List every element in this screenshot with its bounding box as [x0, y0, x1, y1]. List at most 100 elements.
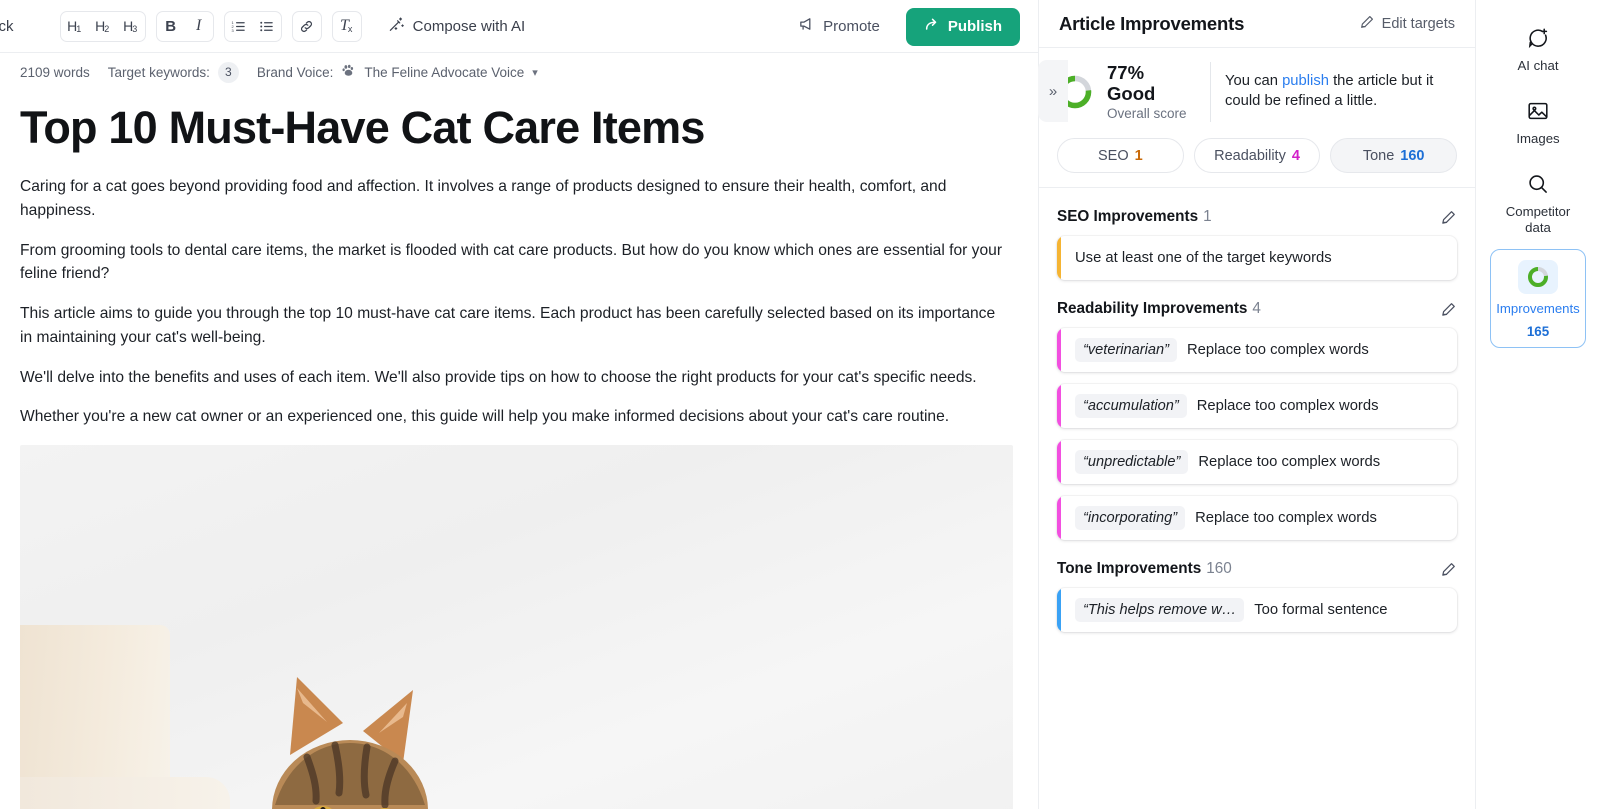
- card-label: Replace too complex words: [1186, 342, 1369, 359]
- edit-tone-targets-icon[interactable]: [1440, 561, 1457, 578]
- text-style-group: B I: [155, 10, 214, 42]
- promote-label: Promote: [823, 18, 880, 35]
- link-icon[interactable]: [293, 12, 321, 41]
- article-image: [20, 444, 1013, 809]
- rail-item-improvements[interactable]: Improvements 165: [1490, 249, 1586, 349]
- editor-toolbar: ack H1 H2 H3 B I 1 2 3: [0, 0, 1038, 53]
- card-label: Replace too complex words: [1195, 510, 1377, 527]
- article-paragraph: From grooming tools to dental care items…: [20, 241, 1003, 283]
- article-paragraph: Caring for a cat goes beyond providing f…: [20, 178, 947, 220]
- heading-1-button[interactable]: H1: [61, 12, 89, 41]
- paw-icon: [341, 63, 356, 81]
- toolbar-right-actions: Promote Publish: [790, 0, 1020, 53]
- section-count-seo: 1: [1203, 208, 1212, 226]
- kitten-illustration: [272, 676, 428, 809]
- improvement-card-readability[interactable]: “accumulation” Replace too complex words: [1057, 384, 1457, 429]
- target-keywords-label: Target keywords:: [107, 64, 210, 80]
- target-keywords-count: 3: [217, 61, 239, 83]
- improvement-card-tone[interactable]: “This helps remove w… Too formal sentenc…: [1057, 588, 1457, 633]
- link-button-group: [291, 10, 322, 42]
- rail-label-ai-chat: AI chat: [1517, 58, 1559, 73]
- edit-targets-label: Edit targets: [1381, 15, 1455, 32]
- right-rail: AI chat Images Competitor data Improveme…: [1476, 0, 1600, 809]
- publish-link[interactable]: publish: [1282, 73, 1329, 89]
- section-count-readability: 4: [1252, 300, 1261, 318]
- rail-item-ai-chat[interactable]: AI chat: [1490, 14, 1586, 83]
- brand-voice-selector[interactable]: Brand Voice: The Feline Advocate Voice ▾: [257, 63, 538, 81]
- heading-button-group: H1 H2 H3: [59, 10, 146, 42]
- clear-formatting-button[interactable]: Tx: [333, 12, 361, 41]
- score-message-pre: You can: [1225, 73, 1283, 90]
- section-title-readability: Readability Improvements: [1057, 300, 1248, 318]
- back-button[interactable]: ack: [0, 18, 14, 35]
- double-chevron-right-icon: »: [1048, 82, 1058, 100]
- collapse-panel-button[interactable]: »: [1038, 60, 1068, 122]
- target-keywords[interactable]: Target keywords: 3: [107, 61, 239, 83]
- edit-targets-button[interactable]: Edit targets: [1359, 14, 1455, 34]
- article-paragraph: This article aims to guide you through t…: [20, 305, 996, 346]
- rail-item-images[interactable]: Images: [1490, 87, 1586, 156]
- word-count: 2109 words: [20, 64, 90, 80]
- pill-tone-label: Tone: [1362, 147, 1395, 164]
- card-quote: “incorporating”: [1075, 506, 1186, 531]
- magic-wand-icon: [388, 16, 405, 37]
- improvement-card-readability[interactable]: “unpredictable” Replace too complex word…: [1057, 440, 1457, 485]
- italic-button[interactable]: I: [185, 12, 213, 41]
- heading-3-button[interactable]: H3: [117, 12, 145, 41]
- section-header-tone: Tone Improvements 160: [1057, 560, 1457, 578]
- heading-2-button[interactable]: H2: [89, 12, 117, 41]
- publish-label: Publish: [947, 18, 1002, 35]
- card-quote: “accumulation”: [1075, 394, 1187, 419]
- cat-tree-platform: [20, 776, 230, 809]
- pill-tone-value: 160: [1400, 147, 1425, 164]
- article-improvements-panel: Article Improvements Edit targets 77% Go…: [1038, 0, 1476, 809]
- improvements-list: SEO Improvements 1 Use at least one of th…: [1039, 188, 1475, 809]
- improvement-card-readability[interactable]: “incorporating” Replace too complex word…: [1057, 496, 1457, 541]
- card-label: Too formal sentence: [1254, 602, 1388, 619]
- pill-tone[interactable]: Tone 160: [1330, 138, 1458, 174]
- pill-seo-value: 1: [1134, 147, 1143, 164]
- rail-item-competitor-data[interactable]: Competitor data: [1490, 160, 1586, 245]
- chevron-down-icon: ▾: [532, 66, 538, 79]
- pill-seo[interactable]: SEO 1: [1057, 138, 1184, 174]
- search-icon: [1526, 171, 1550, 197]
- editor-column: ack H1 H2 H3 B I 1 2 3: [0, 0, 1038, 809]
- section-title-seo: SEO Improvements: [1057, 208, 1199, 226]
- compose-with-ai-label: Compose with AI: [412, 17, 526, 35]
- panel-title: Article Improvements: [1059, 12, 1245, 34]
- list-button-group: 1 2 3: [223, 10, 282, 42]
- overall-score-text: 77% Good Overall score: [1107, 62, 1211, 123]
- panel-header: Article Improvements Edit targets: [1039, 0, 1475, 48]
- compose-with-ai-button[interactable]: Compose with AI: [388, 16, 526, 37]
- promote-button[interactable]: Promote: [790, 10, 888, 43]
- improvement-card-seo[interactable]: Use at least one of the target keywords: [1057, 236, 1457, 281]
- overall-score-label: Overall score: [1107, 105, 1187, 121]
- publish-button[interactable]: Publish: [905, 7, 1020, 46]
- section-count-tone: 160: [1206, 560, 1232, 578]
- article-paragraph: Whether you're a new cat owner or an exp…: [20, 408, 950, 426]
- pill-readability-value: 4: [1291, 147, 1300, 164]
- megaphone-icon: [798, 16, 815, 37]
- pill-readability[interactable]: Readability 4: [1193, 138, 1321, 174]
- section-header-seo: SEO Improvements 1: [1057, 208, 1457, 226]
- rail-count-improvements: 165: [1526, 324, 1550, 340]
- share-arrow-icon: [924, 17, 940, 37]
- article-meta-bar: 2109 words Target keywords: 3 Brand Voic…: [0, 53, 1038, 91]
- card-label: Replace too complex words: [1198, 454, 1381, 471]
- brand-voice-name: The Feline Advocate Voice: [364, 64, 525, 80]
- bullet-list-icon[interactable]: [253, 12, 281, 41]
- ordered-list-icon[interactable]: 1 2 3: [225, 12, 253, 41]
- clear-format-group: Tx: [331, 10, 362, 42]
- svg-text:3: 3: [232, 27, 235, 32]
- edit-seo-targets-icon[interactable]: [1440, 209, 1457, 226]
- edit-readability-targets-icon[interactable]: [1440, 301, 1457, 318]
- score-pill-group: SEO 1 Readability 4 Tone 160: [1039, 122, 1475, 189]
- improvement-card-readability[interactable]: “veterinarian” Replace too complex words: [1057, 328, 1457, 373]
- page-title: Top 10 Must-Have Cat Care Items: [20, 102, 705, 153]
- article-editor[interactable]: Top 10 Must-Have Cat Care Items Caring f…: [0, 91, 1038, 809]
- bold-button[interactable]: B: [157, 12, 185, 41]
- rail-label-improvements: Improvements: [1496, 301, 1580, 317]
- app-root: ack H1 H2 H3 B I 1 2 3: [0, 0, 1600, 809]
- card-label: Use at least one of the target keywords: [1075, 250, 1332, 267]
- overall-score-message: You can publish the article but it could…: [1225, 72, 1457, 112]
